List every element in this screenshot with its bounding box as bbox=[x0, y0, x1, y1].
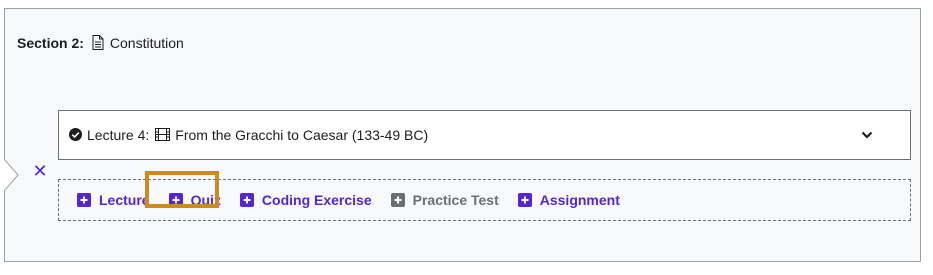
section-title: Constitution bbox=[109, 35, 184, 51]
plus-square-icon bbox=[390, 193, 405, 207]
add-content-bar: Lecture Quiz Coding Exercise Practice Te… bbox=[58, 179, 911, 221]
section-header: Section 2: Constitution bbox=[17, 35, 184, 51]
check-circle-icon bbox=[69, 128, 83, 142]
add-assignment-label: Assignment bbox=[539, 192, 620, 208]
document-icon bbox=[92, 35, 106, 51]
add-assignment-button[interactable]: Assignment bbox=[517, 192, 620, 208]
add-practice-test-button[interactable]: Practice Test bbox=[390, 192, 499, 208]
lecture-item[interactable]: Lecture 4: From the Gracchi to Caesar (1… bbox=[58, 110, 911, 160]
lecture-title: From the Gracchi to Caesar (133-49 BC) bbox=[175, 127, 429, 143]
section-label: Section 2: bbox=[17, 35, 84, 51]
add-quiz-button[interactable]: Quiz bbox=[168, 192, 221, 208]
chevron-down-icon[interactable] bbox=[860, 128, 874, 142]
plus-square-icon bbox=[239, 193, 254, 207]
add-lecture-button[interactable]: Lecture bbox=[77, 192, 150, 208]
lecture-label: Lecture 4: bbox=[87, 127, 150, 143]
add-practice-test-label: Practice Test bbox=[412, 192, 499, 208]
add-coding-exercise-label: Coding Exercise bbox=[261, 192, 372, 208]
film-icon bbox=[155, 128, 171, 142]
plus-square-icon bbox=[77, 193, 91, 207]
close-icon[interactable]: ✕ bbox=[32, 162, 48, 180]
add-quiz-label: Quiz bbox=[190, 192, 221, 208]
plus-square-icon bbox=[168, 193, 183, 207]
plus-square-icon bbox=[517, 193, 532, 207]
add-coding-exercise-button[interactable]: Coding Exercise bbox=[239, 192, 372, 208]
add-lecture-label: Lecture bbox=[99, 192, 150, 208]
section-container: Section 2: Constitution Lecture 4: From … bbox=[4, 8, 921, 262]
